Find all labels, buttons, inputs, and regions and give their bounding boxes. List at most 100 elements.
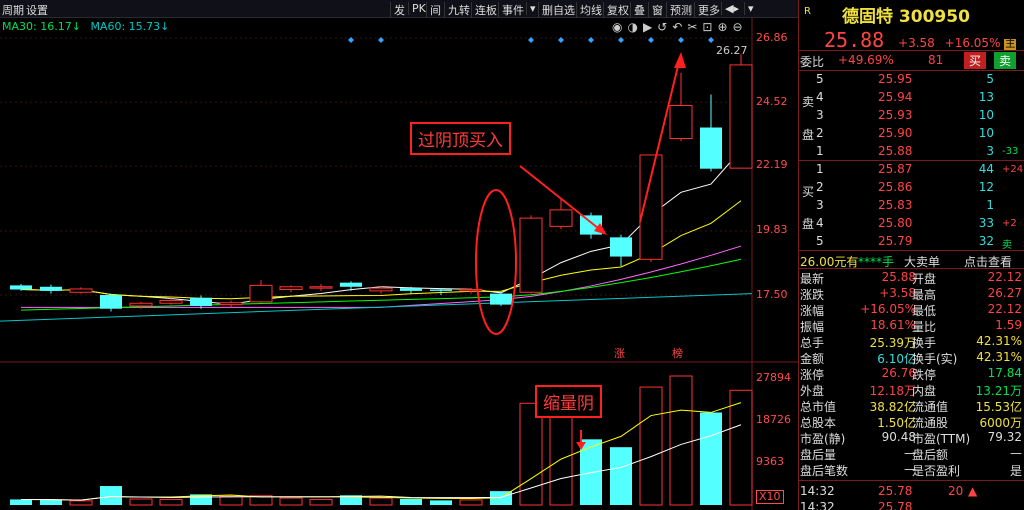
kline-chart[interactable] [0,18,798,510]
quote-panel: R 德固特 300950 25.88 +3.58 +16.05% 主 委比 +4… [798,0,1024,510]
bids-row[interactable]: 4 25.80 33 +2 [798,215,1024,232]
tag-icon[interactable]: 主 [1004,39,1017,50]
ma10-line [20,200,742,300]
stat-v1: 18.61% [870,318,916,332]
stat-v2: — [1010,446,1022,460]
zoom-in-icon[interactable]: ⊕ [717,20,732,34]
volume-bar-up [129,498,153,506]
asks-row[interactable]: 2 25.90 10 [798,125,1024,142]
candle-body-up [729,64,753,169]
candle-body-up [279,286,303,291]
candle-body-up [69,288,93,293]
bids-extra: +2 [1002,218,1017,229]
tool-jiuzhuan[interactable]: 九转 [444,2,470,18]
candle-body-up [129,302,153,307]
stat-v2: 26.27 [987,286,1022,300]
volume-bar-down [580,439,602,505]
bids-extra: 卖 [1002,240,1012,251]
zoom-out-icon[interactable]: ⊖ [733,20,748,34]
stat-row: 盘后量 — 盘后额 — [798,445,1024,462]
play-icon[interactable]: ▶ [643,20,657,34]
stat-row: 总手 25.39万 换手 42.31% [798,333,1024,350]
event-markers [348,37,714,43]
tick-time: 14:32 [800,484,835,498]
tool-window[interactable]: 窗 [648,2,663,18]
menu-settings[interactable]: 设置 [26,2,48,18]
undo-icon[interactable]: ↶ [672,20,687,34]
stat-v2: 79.32 [987,430,1022,444]
asks-row[interactable]: 1 25.88 3 -33 [798,143,1024,160]
return-icon[interactable]: ↺ [657,20,672,34]
volume-bar-up [519,402,543,506]
tool-events-dropdown[interactable]: ▾ [526,2,536,15]
bid-book: 1 25.87 44 +24 2 25.86 12 3 25.83 1 4 25.80 33 +2 5 25.… [798,161,1024,251]
tool-forecast[interactable]: 预测 [666,2,692,18]
tool-playback-icon[interactable]: ◀▸ [721,2,739,15]
event-diamond [348,37,354,43]
volume-bar-down [40,499,62,505]
volume-bars [10,375,753,506]
big-order-bar[interactable]: 26.00元有 ****手 大卖单 点击查看 [798,252,1024,269]
stat-k2: 是否盈利 [912,464,961,478]
circle-left-icon[interactable]: ◑ [627,20,642,34]
tool-events[interactable]: 事件 [498,2,524,18]
asks-vol: 5 [986,72,994,86]
bids-row[interactable]: 2 25.86 12 [798,179,1024,196]
stat-row: 最新 25.88 开盘 22.12 [798,269,1024,286]
price-tick-1: 26.86 [756,31,788,44]
sell-side-label-2: 盘 [802,128,815,142]
stat-v1: +3.58 [879,286,916,300]
price-pct: +16.05% [944,36,1001,50]
stat-v1: 90.48 [881,430,916,444]
tool-overlay[interactable]: 叠 [630,2,645,18]
bids-extra: +24 [1002,164,1024,175]
volume-bar-up [279,497,303,506]
tool-more-dropdown-icon[interactable]: ▾ [744,2,754,15]
menu-period[interactable]: 周期 [2,2,24,18]
event-diamond [648,37,654,43]
eye-icon[interactable]: ◉ [612,20,627,34]
asks-vol: 3 [986,144,994,158]
tool-remove-watchlist[interactable]: 删自选 [538,2,575,18]
stat-row: 外盘 12.18万 内盘 13.21万 [798,381,1024,398]
bids-row[interactable]: 1 25.87 44 +24 [798,161,1024,178]
tool-ma-lines[interactable]: 均线 [576,2,602,18]
sell-button[interactable]: 卖 [994,52,1017,69]
volume-bar-up [639,386,663,506]
bids-price: 25.87 [878,162,913,176]
asks-row[interactable]: 4 25.94 13 [798,89,1024,106]
scissors-icon[interactable]: ✂ [687,20,702,34]
volume-bar-down [700,412,722,505]
candle-body-up [249,284,273,303]
stat-v2: 22.12 [987,302,1022,316]
volume-bar-up [69,500,93,506]
lock-icon[interactable]: ⊡ [702,20,717,34]
arrowhead-up [674,52,686,68]
volume-bar-up [309,498,333,506]
asks-row[interactable]: 3 25.93 10 [798,107,1024,124]
bids-row[interactable]: 3 25.83 1 [798,197,1024,214]
tool-fa[interactable]: 发 [390,2,405,18]
buy-button[interactable]: 买 [964,52,987,69]
tool-more[interactable]: 更多 [694,2,720,18]
candle-body-down [40,286,62,291]
candle-body-down [340,282,362,287]
last-price: 25.88 [824,28,885,52]
weibi-label: 委比 [800,55,825,69]
asks-price: 25.88 [878,144,913,158]
vol-scale: X10 [756,490,784,504]
stat-row: 总股本 1.50亿 流通股 6000万 [798,413,1024,430]
stat-row: 涨跌 +3.58 最高 26.27 [798,285,1024,302]
candle-body-down [190,297,212,306]
tool-lianban[interactable]: 连板 [471,2,497,18]
tool-adjust[interactable]: 复权 [603,2,629,18]
volume-bar-up [219,495,243,506]
asks-row[interactable]: 5 25.95 5 [798,71,1024,88]
tool-pk[interactable]: PK [408,2,426,15]
stat-row: 总市值 38.82亿 流通值 15.53亿 [798,397,1024,414]
tool-jian[interactable]: 间 [426,2,441,18]
candle-body-up [519,217,543,293]
ma5-line [20,149,742,305]
bids-row[interactable]: 5 25.79 32 卖 [798,233,1024,251]
bids-vol: 12 [978,180,994,194]
